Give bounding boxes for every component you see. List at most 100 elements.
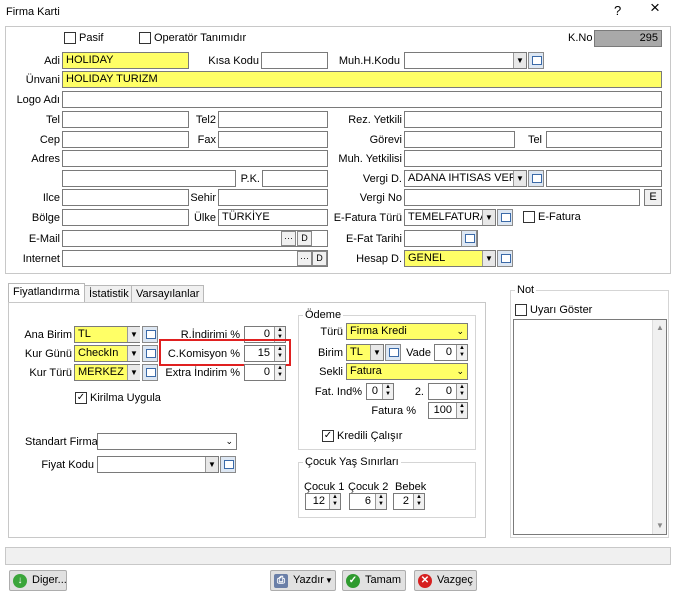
vergi-d-label: Vergi D. <box>362 173 402 185</box>
vazgec-label: Vazgeç <box>437 574 473 586</box>
chevron-down-icon[interactable]: ⌄ <box>456 364 464 378</box>
chevron-down-icon[interactable]: ▼ <box>205 457 218 472</box>
vergi-d-lookup-icon[interactable] <box>528 170 544 187</box>
calendar-icon[interactable] <box>461 230 477 247</box>
email-d-button[interactable]: D <box>297 231 312 246</box>
bolge-input[interactable] <box>62 209 189 226</box>
standart-firma-combo[interactable]: ⌄ <box>97 433 237 450</box>
vazgec-button[interactable]: ✕ Vazgeç <box>414 570 477 591</box>
chevron-down-icon[interactable]: ▼ <box>513 171 526 186</box>
efatura-label: E-Fatura <box>538 211 581 223</box>
chevron-down-icon[interactable]: ⌄ <box>456 324 464 338</box>
vergi-d-extra-input[interactable] <box>546 170 662 187</box>
odeme-turu-combo[interactable]: Firma Kredi ⌄ <box>346 323 468 340</box>
fatura-pct-stepper[interactable]: ▲ ▼ <box>456 403 467 418</box>
help-icon[interactable]: ? <box>614 4 621 18</box>
chevron-down-icon[interactable]: ▼ <box>325 574 333 588</box>
adi-input[interactable]: HOLIDAY <box>62 52 189 69</box>
chevron-down-icon[interactable]: ▼ <box>370 345 383 360</box>
adres2-input[interactable] <box>62 170 236 187</box>
pasif-checkbox[interactable] <box>64 32 76 44</box>
tab-varsayilanlar[interactable]: Varsayılanlar <box>131 285 205 302</box>
kirilma-checkbox[interactable]: ✓ <box>75 392 87 404</box>
efat-tarihi-label: E-Fat Tarihi <box>345 233 402 245</box>
rez-yetkili-input[interactable] <box>404 111 662 128</box>
chevron-down-icon[interactable]: ▼ <box>127 365 140 380</box>
standart-firma-label: Standart Firma <box>25 436 98 448</box>
uyari-label: Uyarı Göster <box>530 304 593 316</box>
chevron-down-icon[interactable]: ▼ <box>482 251 495 266</box>
tab-fiyatlandirma[interactable]: Fiyatlandırma <box>8 283 85 302</box>
extra-indirim-stepper[interactable]: ▲ ▼ <box>274 365 285 380</box>
cocuk1-label: Çocuk 1 <box>304 481 345 493</box>
fiyat-kodu-combo[interactable] <box>97 456 219 473</box>
kredili-checkbox[interactable]: ✓ <box>322 430 334 442</box>
tel2-input[interactable] <box>218 111 328 128</box>
close-icon[interactable]: × <box>650 0 660 16</box>
vade-stepper[interactable]: ▲ ▼ <box>456 345 467 360</box>
fax-input[interactable] <box>218 131 328 148</box>
extra-indirim-label: Extra İndirim % <box>165 367 240 379</box>
gorevi-input[interactable] <box>404 131 515 148</box>
internet-input[interactable] <box>62 250 328 267</box>
odeme-sekli-combo[interactable]: Fatura ⌄ <box>346 363 468 380</box>
fat-ind2-stepper[interactable]: ▲ ▼ <box>456 384 467 399</box>
fatura-pct-label: Fatura % <box>371 405 416 417</box>
logo-label: Logo Adı <box>16 94 60 106</box>
tab-istatistik[interactable]: İstatistik <box>84 285 134 302</box>
kur-turu-lookup-icon[interactable] <box>142 364 158 381</box>
vergi-d-combo[interactable]: ADANA IHTISAS VERG <box>404 170 527 187</box>
operator-checkbox[interactable] <box>139 32 151 44</box>
internet-d-button[interactable]: D <box>312 251 327 266</box>
bebek-stepper[interactable]: ▲ ▼ <box>413 494 424 509</box>
note-scrollbar[interactable]: ▲ ▼ <box>652 320 666 534</box>
unvani-input[interactable]: HOLIDAY TURIZM <box>62 71 662 88</box>
c-komisyon-stepper[interactable]: ▲ ▼ <box>274 346 285 361</box>
sehir-input[interactable] <box>218 189 328 206</box>
scroll-down-icon[interactable]: ▼ <box>656 519 664 533</box>
chevron-down-icon[interactable]: ▼ <box>127 346 140 361</box>
cocuk2-stepper[interactable]: ▲ ▼ <box>375 494 386 509</box>
muh-yetkilisi-label: Muh. Yetkilisi <box>338 153 402 165</box>
vergi-no-input[interactable] <box>404 189 640 206</box>
muh-kodu-combo[interactable]: ▼ <box>404 52 527 69</box>
fiyat-kodu-lookup-icon[interactable] <box>220 456 236 473</box>
adres-input[interactable] <box>62 150 328 167</box>
internet-dots-button[interactable]: ··· <box>297 251 312 266</box>
uyari-checkbox[interactable] <box>515 304 527 316</box>
chevron-down-icon[interactable]: ▼ <box>513 53 526 68</box>
tamam-label: Tamam <box>365 574 402 586</box>
efatura-lookup-icon[interactable] <box>497 209 513 226</box>
tel-input[interactable] <box>62 111 189 128</box>
tamam-button[interactable]: ✓ Tamam <box>342 570 406 591</box>
diger-button[interactable]: ↓ Diger... <box>9 570 67 591</box>
kisa-kodu-input[interactable] <box>261 52 328 69</box>
e-button[interactable]: E <box>644 189 662 206</box>
chevron-down-icon[interactable]: ▼ <box>127 327 140 342</box>
kur-gunu-lookup-icon[interactable] <box>142 345 158 362</box>
chevron-down-icon[interactable]: ⌄ <box>225 434 233 448</box>
pk-input[interactable] <box>262 170 328 187</box>
ulke-input[interactable]: TÜRKİYE <box>218 209 328 226</box>
note-textarea[interactable]: ▲ ▼ <box>513 319 667 535</box>
scroll-up-icon[interactable]: ▲ <box>656 321 664 335</box>
muh-kodu-label: Muh.H.Kodu <box>338 55 400 67</box>
kisa-kodu-label: Kısa Kodu <box>208 55 259 67</box>
odeme-birim-lookup-icon[interactable] <box>385 344 401 361</box>
cep-input[interactable] <box>62 131 189 148</box>
internet-label: Internet <box>22 253 60 265</box>
yazdir-button[interactable]: ⎙ Yazdır ▼ <box>270 570 336 591</box>
ulke-label: Ülke <box>193 212 216 224</box>
efatura-checkbox[interactable] <box>523 211 535 223</box>
cocuk1-stepper[interactable]: ▲ ▼ <box>329 494 340 509</box>
email-dots-button[interactable]: ··· <box>281 231 296 246</box>
muh-yetkilisi-input[interactable] <box>404 150 662 167</box>
fat-ind-stepper[interactable]: ▲ ▼ <box>382 384 393 399</box>
ana-birim-lookup-icon[interactable] <box>142 326 158 343</box>
tel3-input[interactable] <box>546 131 662 148</box>
hesap-lookup-icon[interactable] <box>497 250 513 267</box>
ilce-input[interactable] <box>62 189 189 206</box>
chevron-down-icon[interactable]: ▼ <box>482 210 495 225</box>
logo-input[interactable] <box>62 91 662 108</box>
muh-kodu-lookup-icon[interactable] <box>528 52 544 69</box>
